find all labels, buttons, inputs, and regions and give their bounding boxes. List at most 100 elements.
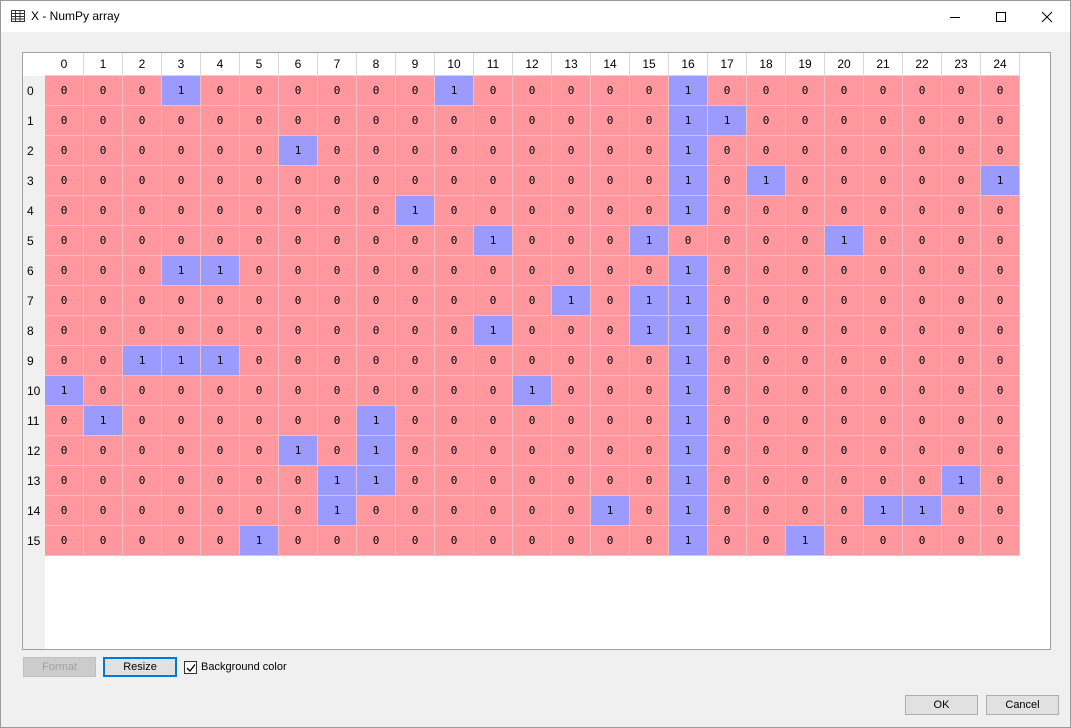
table-cell[interactable]: 0 [45, 436, 84, 466]
table-cell[interactable]: 0 [630, 466, 669, 496]
table-cell[interactable]: 0 [123, 196, 162, 226]
table-cell[interactable]: 0 [240, 106, 279, 136]
column-header[interactable]: 3 [162, 53, 201, 76]
table-cell[interactable]: 0 [474, 376, 513, 406]
table-cell[interactable]: 0 [162, 466, 201, 496]
table-cell[interactable]: 0 [162, 376, 201, 406]
table-cell[interactable]: 0 [279, 466, 318, 496]
table-cell[interactable]: 0 [942, 196, 981, 226]
table-cell[interactable]: 0 [981, 256, 1020, 286]
table-cell[interactable]: 0 [708, 76, 747, 106]
table-cell[interactable]: 0 [903, 166, 942, 196]
table-cell[interactable]: 1 [552, 286, 591, 316]
table-cell[interactable]: 1 [669, 496, 708, 526]
table-cell[interactable]: 0 [240, 196, 279, 226]
table-cell[interactable]: 0 [474, 526, 513, 556]
table-cell[interactable]: 0 [240, 406, 279, 436]
table-cell[interactable]: 0 [903, 226, 942, 256]
table-cell[interactable]: 0 [825, 376, 864, 406]
table-cell[interactable]: 0 [591, 376, 630, 406]
table-cell[interactable]: 1 [669, 196, 708, 226]
table-cell[interactable]: 0 [552, 196, 591, 226]
table-cell[interactable]: 0 [201, 286, 240, 316]
column-header[interactable]: 9 [396, 53, 435, 76]
table-cell[interactable]: 0 [708, 196, 747, 226]
table-cell[interactable]: 0 [825, 466, 864, 496]
table-cell[interactable]: 0 [513, 466, 552, 496]
table-cell[interactable]: 0 [552, 136, 591, 166]
table-cell[interactable]: 1 [669, 136, 708, 166]
table-cell[interactable]: 0 [357, 376, 396, 406]
table-cell[interactable]: 0 [786, 136, 825, 166]
table-cell[interactable]: 0 [45, 346, 84, 376]
table-cell[interactable]: 1 [669, 316, 708, 346]
table-cell[interactable]: 0 [981, 316, 1020, 346]
table-cell[interactable]: 0 [45, 466, 84, 496]
table-cell[interactable]: 0 [474, 496, 513, 526]
table-cell[interactable]: 0 [162, 106, 201, 136]
table-cell[interactable]: 0 [942, 106, 981, 136]
table-cell[interactable]: 0 [123, 166, 162, 196]
table-cell[interactable]: 0 [747, 526, 786, 556]
table-cell[interactable]: 0 [903, 76, 942, 106]
table-cell[interactable]: 0 [903, 256, 942, 286]
table-cell[interactable]: 0 [84, 376, 123, 406]
table-cell[interactable]: 0 [552, 256, 591, 286]
table-cell[interactable]: 0 [45, 316, 84, 346]
table-cell[interactable]: 0 [786, 406, 825, 436]
table-cell[interactable]: 0 [162, 406, 201, 436]
table-cell[interactable]: 0 [981, 136, 1020, 166]
table-cell[interactable]: 0 [435, 286, 474, 316]
table-cell[interactable]: 0 [318, 76, 357, 106]
table-cell[interactable]: 1 [669, 466, 708, 496]
table-cell[interactable]: 0 [552, 346, 591, 376]
table-cell[interactable]: 0 [123, 376, 162, 406]
table-cell[interactable]: 0 [84, 346, 123, 376]
table-cell[interactable]: 0 [435, 226, 474, 256]
table-cell[interactable]: 0 [396, 226, 435, 256]
table-cell[interactable]: 1 [669, 376, 708, 406]
table-cell[interactable]: 0 [864, 316, 903, 346]
table-cell[interactable]: 0 [513, 76, 552, 106]
table-cell[interactable]: 0 [903, 406, 942, 436]
table-cell[interactable]: 0 [240, 316, 279, 346]
table-cell[interactable]: 0 [864, 226, 903, 256]
table-cell[interactable]: 0 [942, 346, 981, 376]
table-cell[interactable]: 0 [942, 136, 981, 166]
table-cell[interactable]: 0 [123, 526, 162, 556]
table-cell[interactable]: 0 [513, 436, 552, 466]
table-cell[interactable]: 0 [630, 166, 669, 196]
table-cell[interactable]: 0 [45, 196, 84, 226]
table-cell[interactable]: 0 [786, 436, 825, 466]
table-cell[interactable]: 0 [84, 316, 123, 346]
table-cell[interactable]: 0 [474, 166, 513, 196]
table-cell[interactable]: 0 [942, 436, 981, 466]
table-cell[interactable]: 0 [162, 526, 201, 556]
ok-button[interactable]: OK [905, 695, 978, 715]
table-cell[interactable]: 1 [708, 106, 747, 136]
table-cell[interactable]: 0 [45, 166, 84, 196]
table-cell[interactable]: 0 [435, 496, 474, 526]
table-cell[interactable]: 0 [123, 466, 162, 496]
table-cell[interactable]: 0 [396, 466, 435, 496]
table-cell[interactable]: 0 [708, 166, 747, 196]
table-cell[interactable]: 0 [591, 106, 630, 136]
table-cell[interactable]: 0 [591, 436, 630, 466]
table-cell[interactable]: 0 [903, 376, 942, 406]
table-cell[interactable]: 0 [864, 376, 903, 406]
table-cell[interactable]: 0 [162, 136, 201, 166]
row-header[interactable]: 6 [23, 256, 45, 286]
table-cell[interactable]: 0 [747, 406, 786, 436]
table-cell[interactable]: 0 [513, 166, 552, 196]
table-cell[interactable]: 0 [981, 226, 1020, 256]
table-cell[interactable]: 1 [903, 496, 942, 526]
table-cell[interactable]: 0 [513, 316, 552, 346]
table-cell[interactable]: 0 [786, 376, 825, 406]
table-cell[interactable]: 0 [786, 286, 825, 316]
table-cell[interactable]: 0 [942, 496, 981, 526]
table-cell[interactable]: 0 [201, 196, 240, 226]
table-cell[interactable]: 0 [786, 466, 825, 496]
table-cell[interactable]: 1 [45, 376, 84, 406]
table-cell[interactable]: 0 [630, 436, 669, 466]
table-cell[interactable]: 0 [201, 76, 240, 106]
